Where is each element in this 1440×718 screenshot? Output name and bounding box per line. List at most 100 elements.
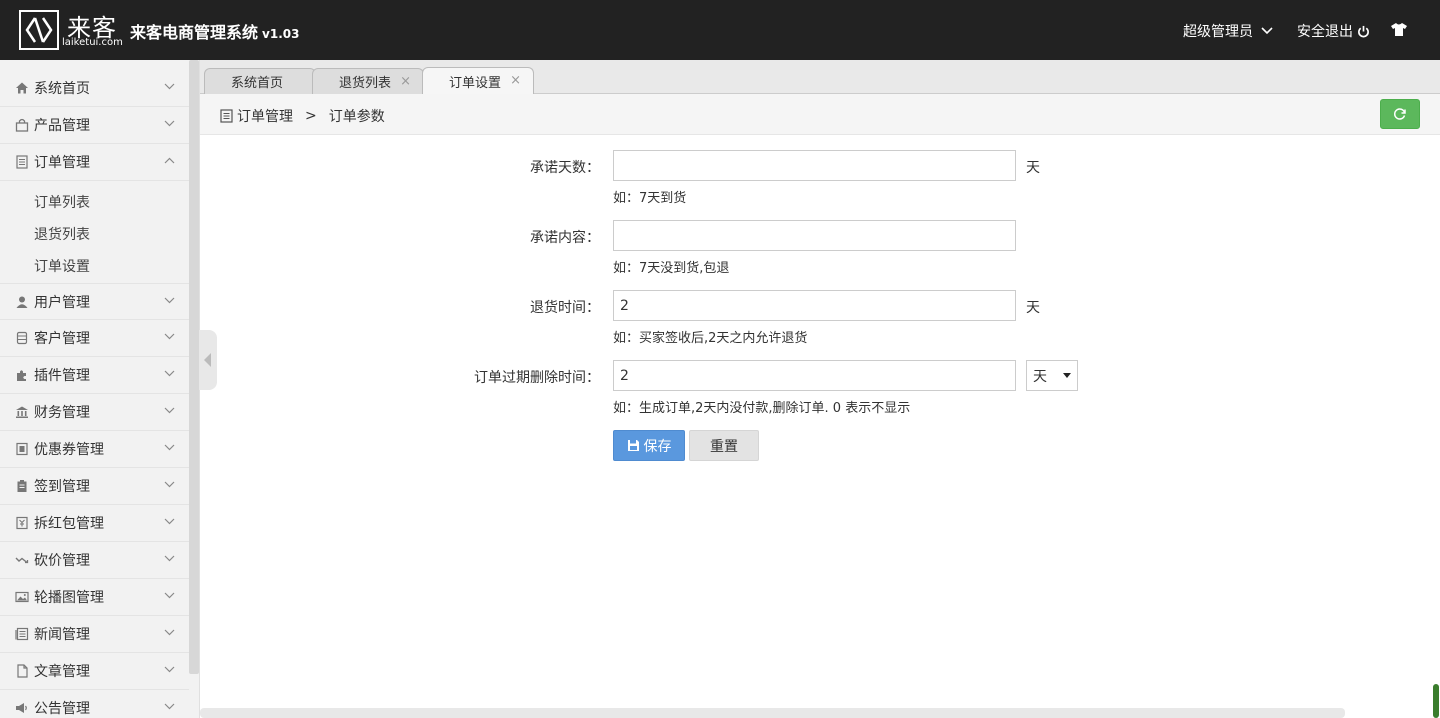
chevron-up-icon	[164, 157, 175, 164]
return-time-input[interactable]	[613, 290, 1016, 321]
sidebar-item-customers[interactable]: 客户管理	[0, 320, 189, 357]
chevron-down-icon	[164, 120, 175, 127]
sidebar-item-home[interactable]: 系统首页	[0, 70, 189, 107]
expire-delete-input[interactable]	[613, 360, 1016, 391]
tab-bar: 系统首页 退货列表 × 订单设置 ×	[200, 60, 1440, 94]
logo-url: laiketui.com	[62, 37, 123, 48]
promise-days-hint: 如：7天到货	[613, 191, 687, 206]
sidebar-item-carousel[interactable]: 轮播图管理	[0, 579, 189, 616]
chevron-down-icon	[164, 333, 175, 340]
sidebar-item-articles[interactable]: 文章管理	[0, 653, 189, 690]
power-icon	[1358, 25, 1369, 37]
sidebar-item-users[interactable]: 用户管理	[0, 283, 189, 320]
sidebar-item-label: 用户管理	[34, 294, 90, 311]
redpacket-icon	[16, 516, 28, 530]
sidebar-item-orders[interactable]: 订单管理	[0, 144, 189, 181]
sidebar-item-label: 客户管理	[34, 331, 90, 347]
expire-delete-label: 订单过期删除时间：	[474, 370, 600, 386]
sidebar-item-bargain[interactable]: 砍价管理	[0, 542, 189, 579]
save-icon	[627, 440, 639, 451]
sidebar-item-label: 轮播图管理	[34, 590, 104, 606]
sidebar-subitem-return-list[interactable]: 退货列表	[34, 224, 90, 244]
app-title: 来客电商管理系统 v1.03	[130, 19, 299, 43]
image-icon	[15, 591, 29, 603]
sidebar-item-label: 新闻管理	[34, 627, 90, 643]
sidebar-item-coupons[interactable]: 优惠券管理	[0, 431, 189, 468]
breadcrumb: 订单管理 > 订单参数	[220, 106, 385, 126]
close-icon[interactable]: ×	[400, 74, 411, 89]
user-icon	[16, 296, 28, 308]
trend-icon	[15, 557, 29, 564]
reset-button[interactable]: 重置	[689, 430, 759, 461]
sidebar-item-label: 系统首页	[34, 81, 90, 97]
sidebar-item-products[interactable]: 产品管理	[0, 107, 189, 144]
bag-icon	[15, 118, 29, 132]
sidebar-scrollbar[interactable]	[189, 60, 199, 674]
caret-left-icon	[204, 353, 211, 367]
sidebar-item-label: 拆红包管理	[34, 516, 104, 532]
reset-label: 重置	[710, 438, 738, 455]
news-icon	[15, 627, 29, 641]
list-icon	[16, 155, 28, 169]
save-button[interactable]: 保存	[613, 430, 685, 461]
tab-order-settings[interactable]: 订单设置 ×	[422, 67, 534, 94]
sidebar-subitem-order-list[interactable]: 订单列表	[34, 192, 90, 212]
chevron-down-icon	[164, 444, 175, 451]
logout-button[interactable]: 安全退出	[1297, 21, 1370, 41]
logo-mark-icon	[19, 10, 59, 50]
breadcrumb-parent[interactable]: 订单管理	[237, 106, 293, 126]
corner-indicator	[1433, 684, 1439, 718]
chevron-down-icon	[164, 629, 175, 636]
return-time-hint: 如：买家签收后,2天之内允许退货	[613, 331, 808, 346]
logout-label: 安全退出	[1297, 24, 1353, 40]
sidebar-item-label: 财务管理	[34, 405, 90, 421]
breadcrumb-bar: 订单管理 > 订单参数	[200, 94, 1440, 135]
user-name: 超级管理员	[1183, 24, 1253, 40]
app-title-text: 来客电商管理系统	[130, 23, 259, 42]
expire-unit-selected: 天	[1033, 368, 1047, 385]
promise-content-hint: 如：7天没到货,包退	[613, 261, 730, 276]
home-icon	[16, 82, 28, 94]
refresh-icon	[1393, 108, 1406, 120]
list-icon	[220, 109, 233, 123]
breadcrumb-separator: >	[305, 108, 317, 124]
chevron-down-icon	[164, 297, 175, 304]
app-version: v1.03	[262, 27, 300, 41]
chevron-down-icon	[1261, 27, 1273, 35]
close-icon[interactable]: ×	[510, 73, 521, 88]
sidebar-item-announcements[interactable]: 公告管理	[0, 690, 189, 718]
sidebar-collapse-button[interactable]	[199, 330, 217, 390]
megaphone-icon	[16, 703, 27, 713]
top-header: 来客 laiketui.com 来客电商管理系统 v1.03 超级管理员 安全退出	[0, 0, 1440, 60]
sidebar-item-plugins[interactable]: 插件管理	[0, 357, 189, 394]
chevron-down-icon	[164, 518, 175, 525]
sidebar-subitem-order-settings[interactable]: 订单设置	[34, 256, 90, 276]
save-label: 保存	[643, 438, 672, 455]
refresh-button[interactable]	[1380, 99, 1420, 129]
sidebar-item-redpacket[interactable]: 拆红包管理	[0, 505, 189, 542]
user-menu[interactable]: 超级管理员	[1183, 21, 1273, 41]
tab-label: 系统首页	[231, 76, 284, 91]
chevron-down-icon	[164, 481, 175, 488]
chevron-down-icon	[164, 555, 175, 562]
chevron-down-icon	[164, 83, 175, 90]
tab-return-list[interactable]: 退货列表 ×	[312, 68, 424, 94]
puzzle-icon	[17, 370, 26, 381]
chevron-down-icon	[164, 370, 175, 377]
logo[interactable]: 来客 laiketui.com	[19, 10, 123, 52]
tab-label: 订单设置	[449, 75, 502, 91]
sidebar-item-label: 砍价管理	[34, 553, 90, 569]
sidebar-item-label: 签到管理	[34, 479, 90, 495]
bank-icon	[16, 406, 28, 418]
tshirt-icon[interactable]	[1390, 22, 1408, 41]
sidebar-item-label: 优惠券管理	[34, 442, 104, 458]
sidebar-item-finance[interactable]: 财务管理	[0, 394, 189, 431]
expire-unit-select[interactable]: 天	[1026, 360, 1078, 391]
chevron-down-icon	[164, 666, 175, 673]
horizontal-scrollbar[interactable]	[200, 708, 1345, 718]
sidebar-item-news[interactable]: 新闻管理	[0, 616, 189, 653]
promise-content-input[interactable]	[613, 220, 1016, 251]
sidebar-item-signin[interactable]: 签到管理	[0, 468, 189, 505]
promise-days-input[interactable]	[613, 150, 1016, 181]
tab-home[interactable]: 系统首页	[204, 68, 316, 94]
